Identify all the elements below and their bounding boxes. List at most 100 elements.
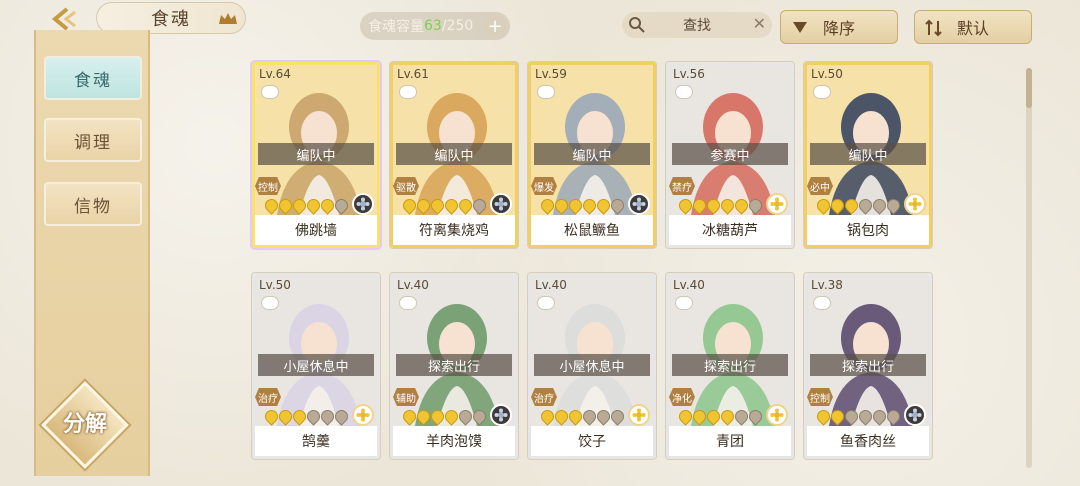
- role-badge: 治疗: [255, 388, 281, 406]
- food-soul-card[interactable]: Lv.64 编队中控制佛跳墙: [252, 62, 380, 248]
- star-icon: [608, 196, 627, 215]
- star-icon: [332, 196, 351, 215]
- star-rating: [400, 407, 489, 426]
- level-label: Lv.50: [259, 278, 291, 292]
- status-badge: 编队中: [810, 143, 926, 165]
- character-name: 佛跳墙: [255, 215, 377, 245]
- capacity-display: 食魂容量 63 /250 +: [360, 12, 510, 40]
- sort-label: 降序: [822, 19, 855, 38]
- chat-bubble-icon: [675, 296, 693, 310]
- role-badge: 净化: [669, 388, 695, 406]
- capacity-max: /250: [441, 18, 474, 34]
- food-soul-card[interactable]: Lv.56 参赛中 禁疗 冰糖葫芦: [666, 62, 794, 248]
- rarity-flower-icon: [490, 404, 512, 426]
- decompose-button[interactable]: 分解: [40, 381, 130, 478]
- star-rating: [262, 407, 351, 426]
- character-name: 鱼香肉丝: [807, 426, 929, 456]
- search-placeholder: 查找: [683, 18, 711, 34]
- capacity-current: 63: [424, 18, 442, 34]
- tab-food-souls[interactable]: 食魂: [44, 56, 142, 100]
- search-icon: [629, 17, 645, 33]
- search-input[interactable]: 查找 ✕: [622, 12, 772, 38]
- star-rating: [538, 196, 627, 215]
- page-title: 食魂: [151, 9, 191, 30]
- star-rating: [262, 196, 351, 215]
- chat-bubble-icon: [261, 85, 279, 99]
- level-label: Lv.40: [673, 278, 705, 292]
- character-name: 青团: [669, 426, 791, 456]
- capacity-label: 食魂容量: [368, 19, 424, 35]
- star-icon: [746, 196, 765, 215]
- scrollbar-track[interactable]: [1026, 68, 1032, 468]
- star-rating: [676, 196, 765, 215]
- food-soul-card[interactable]: Lv.50 小屋休息中 治疗 鹄羹: [252, 273, 380, 459]
- decompose-label: 分解: [62, 412, 107, 437]
- rarity-flower-icon: [352, 404, 374, 426]
- food-soul-card[interactable]: Lv.38 探索出行 控制 鱼香肉丝: [804, 273, 932, 459]
- role-badge: 爆发: [531, 177, 557, 195]
- chat-bubble-icon: [537, 85, 555, 99]
- star-icon: [608, 407, 627, 426]
- rarity-flower-icon: [766, 193, 788, 215]
- star-icon: [884, 196, 903, 215]
- food-soul-card[interactable]: Lv.40 探索出行 辅助 羊肉泡馍: [390, 273, 518, 459]
- character-name: 冰糖葫芦: [669, 215, 791, 245]
- sort-button[interactable]: 降序: [780, 10, 898, 44]
- role-badge: 驱散: [393, 177, 419, 195]
- rarity-flower-icon: [766, 404, 788, 426]
- tab-cooking[interactable]: 调理: [44, 118, 142, 162]
- crown-icon: [219, 13, 237, 24]
- status-badge: 编队中: [534, 143, 650, 165]
- food-soul-card[interactable]: Lv.40 探索出行净化青团: [666, 273, 794, 459]
- top-bar: 食魂 食魂容量 63 /250 + 查找 ✕ 降序 默认: [0, 0, 1080, 44]
- rarity-flower-icon: [490, 193, 512, 215]
- chat-bubble-icon: [537, 296, 555, 310]
- chat-bubble-icon: [813, 85, 831, 99]
- star-rating: [814, 196, 903, 215]
- default-sort-button[interactable]: 默认: [914, 10, 1032, 44]
- food-soul-card[interactable]: Lv.40 小屋休息中 治疗 饺子: [528, 273, 656, 459]
- rarity-flower-icon: [904, 193, 926, 215]
- status-badge: 编队中: [396, 143, 512, 165]
- star-icon: [470, 407, 489, 426]
- chat-bubble-icon: [399, 85, 417, 99]
- level-label: Lv.61: [397, 67, 429, 81]
- chat-bubble-icon: [813, 296, 831, 310]
- back-arrow-icon: [51, 7, 76, 31]
- scrollbar-thumb[interactable]: [1026, 68, 1032, 108]
- character-name: 饺子: [531, 426, 653, 456]
- star-rating: [814, 407, 903, 426]
- food-soul-card[interactable]: Lv.61 编队中驱散符离集烧鸡: [390, 62, 518, 248]
- star-icon: [470, 196, 489, 215]
- tab-tokens[interactable]: 信物: [44, 182, 142, 226]
- role-badge: 必中: [807, 177, 833, 195]
- star-rating: [676, 407, 765, 426]
- character-name: 锅包肉: [807, 215, 929, 245]
- capacity-add-button[interactable]: +: [484, 15, 506, 37]
- status-badge: 编队中: [258, 143, 374, 165]
- character-name: 符离集烧鸡: [393, 215, 515, 245]
- role-badge: 禁疗: [669, 177, 695, 195]
- rarity-flower-icon: [352, 193, 374, 215]
- food-soul-card[interactable]: Lv.50 编队中 必中 锅包肉: [804, 62, 932, 248]
- default-label: 默认: [956, 19, 989, 38]
- rarity-flower-icon: [628, 404, 650, 426]
- chat-bubble-icon: [675, 85, 693, 99]
- status-badge: 小屋休息中: [534, 354, 650, 376]
- food-soul-card[interactable]: Lv.59 编队中 爆发 松鼠鳜鱼: [528, 62, 656, 248]
- clear-icon[interactable]: ✕: [753, 14, 766, 33]
- star-rating: [538, 407, 627, 426]
- level-label: Lv.64: [259, 67, 291, 81]
- star-icon: [746, 407, 765, 426]
- rarity-flower-icon: [904, 404, 926, 426]
- character-name: 松鼠鳜鱼: [531, 215, 653, 245]
- rarity-flower-icon: [628, 193, 650, 215]
- role-badge: 控制: [255, 177, 281, 195]
- character-name: 羊肉泡馍: [393, 426, 515, 456]
- character-name: 鹄羹: [255, 426, 377, 456]
- sort-arrows-icon: [925, 19, 942, 37]
- status-badge: 探索出行: [672, 354, 788, 376]
- status-badge: 探索出行: [810, 354, 926, 376]
- level-label: Lv.40: [535, 278, 567, 292]
- chat-bubble-icon: [399, 296, 417, 310]
